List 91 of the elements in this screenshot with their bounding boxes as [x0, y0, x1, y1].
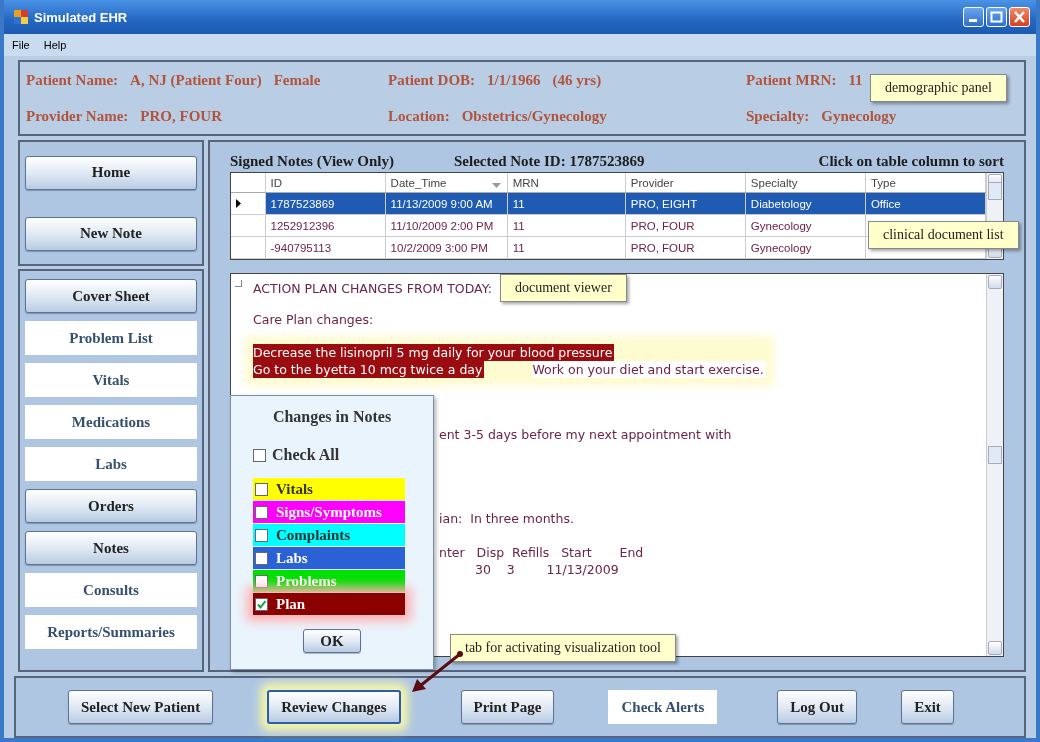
sidebar-item[interactable]: Vitals — [25, 363, 197, 397]
sidebar-item[interactable]: Medications — [25, 405, 197, 439]
document-text: ACTION PLAN CHANGES FROM TODAY: — [253, 280, 493, 297]
category-label: Vitals — [276, 480, 313, 498]
field-value: (46 yrs) — [552, 71, 602, 89]
close-icon[interactable] — [1009, 7, 1030, 27]
checkbox[interactable] — [255, 551, 268, 565]
document-text: nter Disp Refills Start End — [439, 544, 645, 561]
menu-item[interactable]: File — [12, 39, 30, 51]
callout-text: tab for activating visualization tool — [465, 640, 661, 655]
column-header[interactable]: Date_Time — [385, 173, 508, 193]
table-cell[interactable]: PRO, FOUR — [625, 214, 746, 237]
category-row[interactable]: Labs — [253, 547, 405, 569]
field-label: Patient DOB: — [388, 71, 476, 89]
field-value: 11 — [848, 71, 863, 89]
table-cell[interactable]: 10/2/2009 3:00 PM — [385, 236, 508, 259]
sidebar-button[interactable]: New Note — [25, 216, 197, 251]
callout-text: document viewer — [515, 280, 612, 295]
highlighted-text: Go to the byetta 10 mcg twice a day — [253, 361, 485, 378]
ok-button[interactable]: OK — [303, 629, 361, 653]
column-header[interactable]: ID — [265, 173, 386, 193]
window-title: Simulated EHR — [34, 9, 129, 25]
checked-checkbox[interactable] — [255, 597, 268, 611]
table-cell[interactable]: 1252912396 — [265, 214, 386, 237]
sidebar-item[interactable]: Labs — [25, 447, 197, 481]
sort-hint: Click on table column to sort — [818, 153, 1004, 170]
field-value: Female — [273, 71, 321, 89]
document-text: ian: In three months. — [439, 510, 575, 527]
table-cell[interactable]: Gynecology — [745, 236, 866, 259]
category-label: Labs — [276, 549, 308, 567]
maximize-icon[interactable] — [986, 7, 1007, 27]
sidebar-item[interactable]: Reports/Summaries — [25, 615, 197, 649]
sidebar-button[interactable]: Home — [25, 155, 197, 190]
callout-text: clinical document list — [883, 227, 1004, 242]
footer-button[interactable]: Exit — [901, 690, 954, 724]
category-row[interactable]: Vitals — [253, 478, 405, 500]
category-row[interactable]: Complaints — [253, 524, 405, 546]
callout-text: demographic panel — [885, 80, 992, 95]
column-header[interactable]: Specialty — [745, 173, 866, 193]
table-cell[interactable]: 11 — [507, 214, 626, 237]
column-header[interactable]: Provider — [625, 173, 746, 193]
checkbox[interactable] — [255, 482, 268, 496]
checkbox[interactable] — [255, 528, 268, 542]
category-label: Complaints — [276, 526, 351, 544]
field-value: A, NJ (Patient Four) — [130, 71, 262, 89]
column-header[interactable]: MRN — [507, 173, 626, 193]
document-text: 30 3 11/13/2009 — [475, 561, 620, 578]
field-value: PRO, FOUR — [140, 107, 222, 125]
app-icon — [14, 10, 28, 24]
footer-button[interactable]: Check Alerts — [608, 690, 718, 724]
checkbox-label[interactable]: Check All — [272, 446, 340, 464]
field-value: Obstetrics/Gynecology — [461, 107, 607, 125]
footer-button[interactable]: Select New Patient — [68, 690, 214, 724]
sidebar-item[interactable]: Orders — [25, 489, 197, 523]
document-text: ent 3-5 days before my next appointment with — [439, 426, 733, 443]
field-label: Patient MRN: — [746, 71, 837, 89]
sidebar-item[interactable]: Cover Sheet — [25, 279, 197, 313]
panel-title: Signed Notes (View Only) — [230, 153, 395, 170]
field-label: Patient Name: — [26, 71, 119, 89]
checkbox[interactable] — [255, 574, 268, 588]
field-label: Location: — [388, 107, 450, 125]
checkbox[interactable] — [253, 448, 266, 462]
footer-button[interactable]: Log Out — [777, 690, 858, 724]
table-cell[interactable]: -940795113 — [265, 236, 386, 259]
field-value: 1/1/1966 — [487, 71, 541, 89]
column-header[interactable]: Type — [865, 173, 986, 193]
category-label: Problems — [276, 572, 337, 590]
category-label: Plan — [276, 595, 306, 613]
minimize-icon[interactable] — [963, 7, 984, 27]
footer-button[interactable]: Print Page — [460, 690, 555, 724]
checkbox[interactable] — [255, 505, 268, 519]
table-cell[interactable]: Gynecology — [745, 214, 866, 237]
scrollbar[interactable] — [986, 274, 1003, 656]
footer-button[interactable]: Review Changes — [267, 690, 401, 724]
table-cell[interactable]: 11 — [507, 236, 626, 259]
selected-note-id: Selected Note ID: 1787523869 — [454, 153, 646, 170]
category-label: Signs/Symptoms — [276, 503, 382, 521]
document-text: Care Plan changes: — [253, 311, 375, 328]
field-label: Provider Name: — [26, 107, 129, 125]
popup-title: Changes in Notes — [271, 408, 393, 426]
sidebar-item[interactable]: Consults — [25, 573, 197, 607]
sidebar-item[interactable]: Problem List — [25, 321, 197, 355]
category-row[interactable]: Plan — [253, 593, 405, 615]
menu-item[interactable]: Help — [43, 39, 67, 51]
table-cell[interactable]: 11/10/2009 2:00 PM — [385, 214, 508, 237]
table-cell[interactable]: PRO, FOUR — [625, 236, 746, 259]
highlighted-text: Decrease the lisinopril 5 mg daily for your blood pressure — [253, 344, 615, 361]
field-value: Gynecology — [821, 107, 897, 125]
field-label: Specialty: — [746, 107, 810, 125]
document-text: Work on your diet and start exercise. — [532, 361, 766, 378]
sidebar-item[interactable]: Notes — [25, 531, 197, 565]
